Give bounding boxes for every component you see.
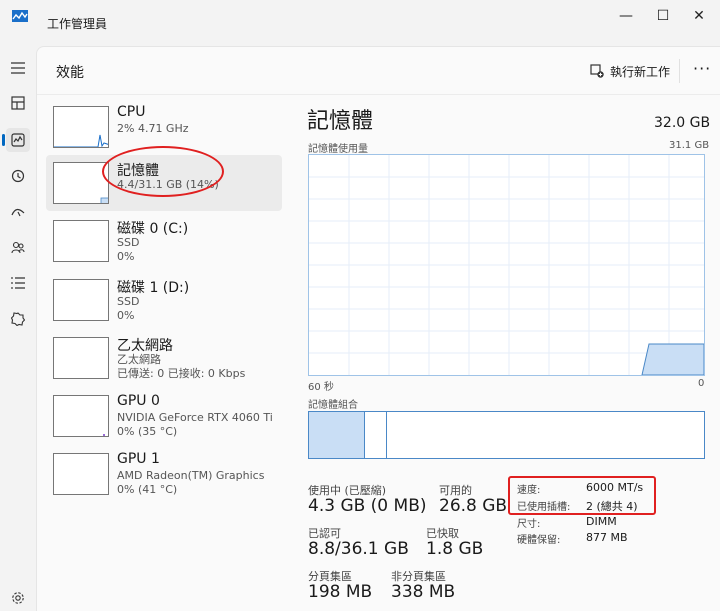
in-use-segment [309,412,365,458]
run-new-task-label: 執行新工作 [610,64,671,79]
performance-icon[interactable] [2,128,30,152]
details-icon[interactable] [6,271,30,295]
new-task-icon [590,64,604,78]
sidebar-item-disk-0[interactable]: 磁碟 0 (C:) SSD 0% [46,213,282,269]
modified-segment [365,412,387,458]
sidebar-item-ethernet[interactable]: 乙太網路 乙太網路 已傳送: 0 已接收: 0 Kbps [46,330,282,386]
memory-usage-graph [308,154,705,376]
nav-rail [0,46,36,611]
services-icon[interactable] [6,307,30,331]
sidebar-item-title: 磁碟 1 (D:) [117,280,190,296]
sidebar-item-detail: NVIDIA GeForce RTX 4060 Ti 0% (35 °C) [117,411,273,438]
title-bar: 工作管理員 — ☐ ✕ [0,0,720,46]
annotation-ellipse [102,146,224,197]
sidebar-item-detail: 2% 4.71 GHz [117,122,189,135]
form-factor-label: 尺寸: [517,519,541,530]
sidebar-item-title: 磁碟 0 (C:) [117,221,189,237]
cpu-thumbnail [53,106,109,148]
annotation-box [508,476,656,515]
memory-composition-label: 記憶體組合 [308,400,358,411]
disk-0-thumbnail [53,220,109,262]
disk-1-thumbnail [53,279,109,321]
sidebar-item-detail: SSD 0% [117,295,140,322]
ethernet-thumbnail [53,337,109,379]
paged-pool-value: 198 MB [308,582,373,602]
graph-time-start: 60 秒 [308,382,334,393]
gpu-0-thumbnail [53,395,109,437]
hardware-reserved-label: 硬體保留: [517,535,561,546]
nonpaged-pool-value: 338 MB [391,582,456,602]
memory-title: 記憶體 [307,109,374,134]
run-new-task-button[interactable]: 執行新工作 [590,60,670,82]
form-factor-value: DIMM [586,515,617,528]
more-options-button[interactable]: ··· [693,59,711,78]
sidebar-item-disk-1[interactable]: 磁碟 1 (D:) SSD 0% [46,272,282,328]
app-history-icon[interactable] [6,164,30,188]
users-icon[interactable] [6,235,30,259]
performance-page: 效能 執行新工作 ··· CPU 2% 4.71 GHz 記憶體 4.4/31.… [36,46,720,611]
committed-value: 8.8/36.1 GB [308,539,409,559]
task-manager-logo [12,10,28,22]
processes-icon[interactable] [6,91,30,115]
sidebar-item-gpu-0[interactable]: GPU 0 NVIDIA GeForce RTX 4060 Ti 0% (35 °… [46,388,282,444]
memory-usage-label: 記憶體使用量 [308,144,368,155]
cached-value: 1.8 GB [426,539,484,559]
startup-apps-icon[interactable] [6,200,30,224]
sidebar-item-title: CPU [117,104,146,120]
close-button[interactable]: ✕ [676,0,720,32]
sidebar-item-detail: SSD 0% [117,236,140,263]
available-value: 26.8 GB [439,496,508,516]
gpu-1-thumbnail [53,453,109,495]
page-header: 效能 執行新工作 ··· [37,47,720,95]
sidebar-item-detail: AMD Radeon(TM) Graphics 0% (41 °C) [117,469,265,496]
sidebar-item-gpu-1[interactable]: GPU 1 AMD Radeon(TM) Graphics 0% (41 °C) [46,446,282,502]
sidebar-item-title: GPU 1 [117,451,160,467]
settings-icon[interactable] [6,586,30,610]
page-title: 效能 [56,65,84,81]
memory-total: 32.0 GB [654,115,711,131]
sidebar-item-detail: 乙太網路 已傳送: 0 已接收: 0 Kbps [117,353,246,380]
in-use-value: 4.3 GB (0 MB) [308,496,427,516]
memory-thumbnail [53,162,109,204]
hardware-reserved-value: 877 MB [586,531,628,544]
memory-usage-max: 31.1 GB [669,140,710,151]
header-divider [679,59,680,83]
sidebar-item-title: 乙太網路 [117,338,173,354]
hamburger-icon[interactable] [6,56,30,80]
app-title: 工作管理員 [47,17,108,31]
memory-composition-bar [308,411,705,459]
sidebar-item-title: GPU 0 [117,393,160,409]
graph-time-end: 0 [698,378,705,389]
